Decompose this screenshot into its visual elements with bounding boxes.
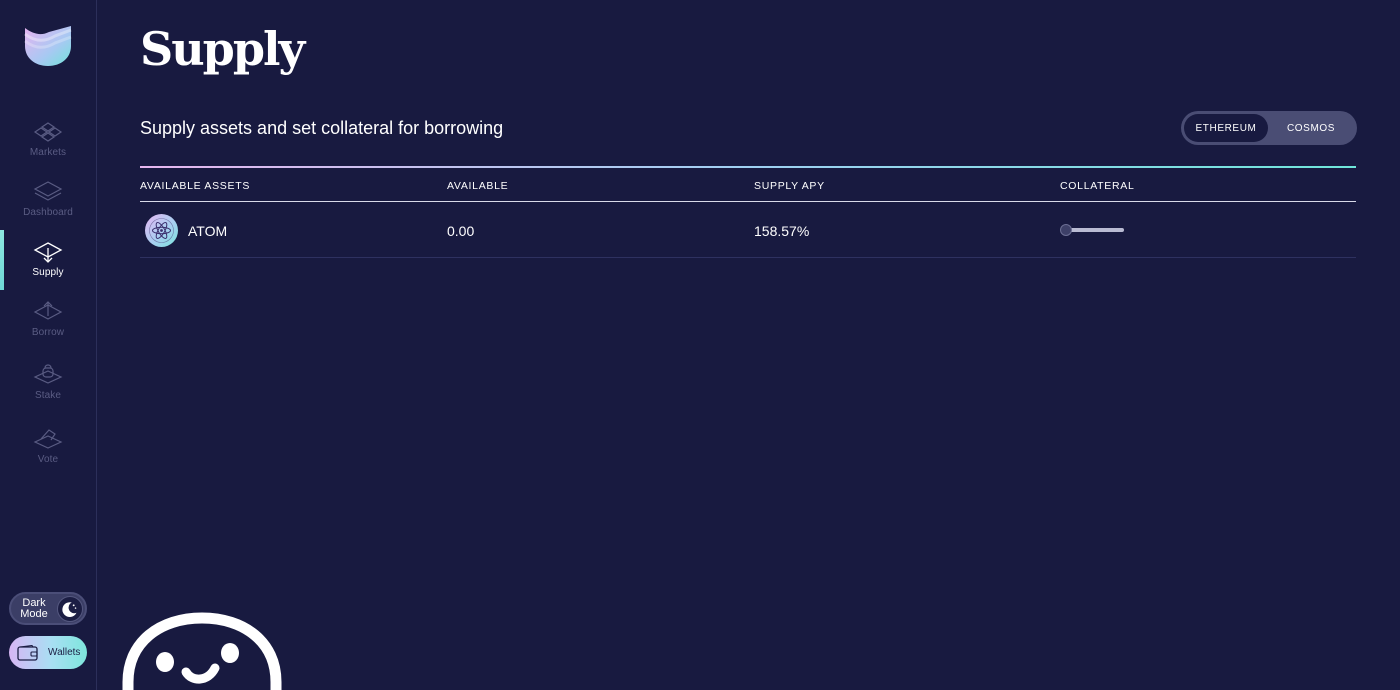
sidebar-item-label: Vote xyxy=(37,454,59,465)
column-header-assets: AVAILABLE ASSETS xyxy=(140,180,251,192)
supply-icon xyxy=(33,242,63,263)
sidebar-item-supply[interactable]: Supply xyxy=(0,230,96,290)
wallet-icon xyxy=(17,644,38,661)
supply-apy-value: 158.57% xyxy=(754,223,810,239)
column-header-supply-apy: SUPPLY APY xyxy=(754,180,825,192)
dark-mode-label: Dark Mode xyxy=(20,596,48,620)
atom-token-icon xyxy=(145,214,178,247)
umee-logo-icon[interactable] xyxy=(23,24,73,68)
borrow-icon xyxy=(33,301,63,320)
collateral-toggle[interactable] xyxy=(1060,223,1126,237)
wallets-label: Wallets xyxy=(48,647,81,658)
sidebar-item-stake[interactable]: Stake xyxy=(0,363,96,401)
page-subtitle: Supply assets and set collateral for bor… xyxy=(140,118,504,138)
sidebar-item-markets[interactable]: Markets xyxy=(0,120,96,158)
sidebar: Markets Dashboard Supply Borrow Stake Vo… xyxy=(0,0,97,690)
sidebar-item-label: Borrow xyxy=(31,327,65,338)
dashboard-icon xyxy=(33,181,63,201)
page-title: Supply xyxy=(140,22,305,76)
sidebar-item-label: Supply xyxy=(32,267,64,278)
column-header-available: AVAILABLE xyxy=(447,180,509,192)
chain-toggle: ETHEREUM COSMOS xyxy=(1181,111,1357,145)
sidebar-item-borrow[interactable]: Borrow xyxy=(0,300,96,338)
mascot-illustration xyxy=(122,612,282,690)
sidebar-item-label: Stake xyxy=(34,390,62,401)
table-row[interactable]: ATOM 0.00 158.57% xyxy=(140,203,1356,258)
sidebar-item-label: Markets xyxy=(29,147,67,158)
available-value: 0.00 xyxy=(447,223,475,239)
column-header-collateral: COLLATERAL xyxy=(1060,180,1135,192)
stake-icon xyxy=(33,364,63,384)
dark-mode-toggle[interactable]: Dark Mode xyxy=(9,592,87,625)
sidebar-item-vote[interactable]: Vote xyxy=(0,427,96,465)
chain-option-ethereum[interactable]: ETHEREUM xyxy=(1184,114,1268,142)
sidebar-item-label: Dashboard xyxy=(23,207,73,218)
vote-icon xyxy=(33,429,63,449)
chain-option-cosmos[interactable]: COSMOS xyxy=(1268,114,1354,142)
asset-name: ATOM xyxy=(188,223,228,239)
table-header: AVAILABLE ASSETS AVAILABLE SUPPLY APY CO… xyxy=(140,168,1356,202)
collateral-toggle-thumb[interactable] xyxy=(1060,224,1072,236)
markets-icon xyxy=(33,122,63,142)
sidebar-item-dashboard[interactable]: Dashboard xyxy=(0,180,96,218)
collateral-toggle-track xyxy=(1064,228,1124,232)
app-root: Markets Dashboard Supply Borrow Stake Vo… xyxy=(0,0,1400,690)
wallets-button[interactable]: Wallets xyxy=(9,636,87,669)
moon-icon xyxy=(57,596,83,622)
